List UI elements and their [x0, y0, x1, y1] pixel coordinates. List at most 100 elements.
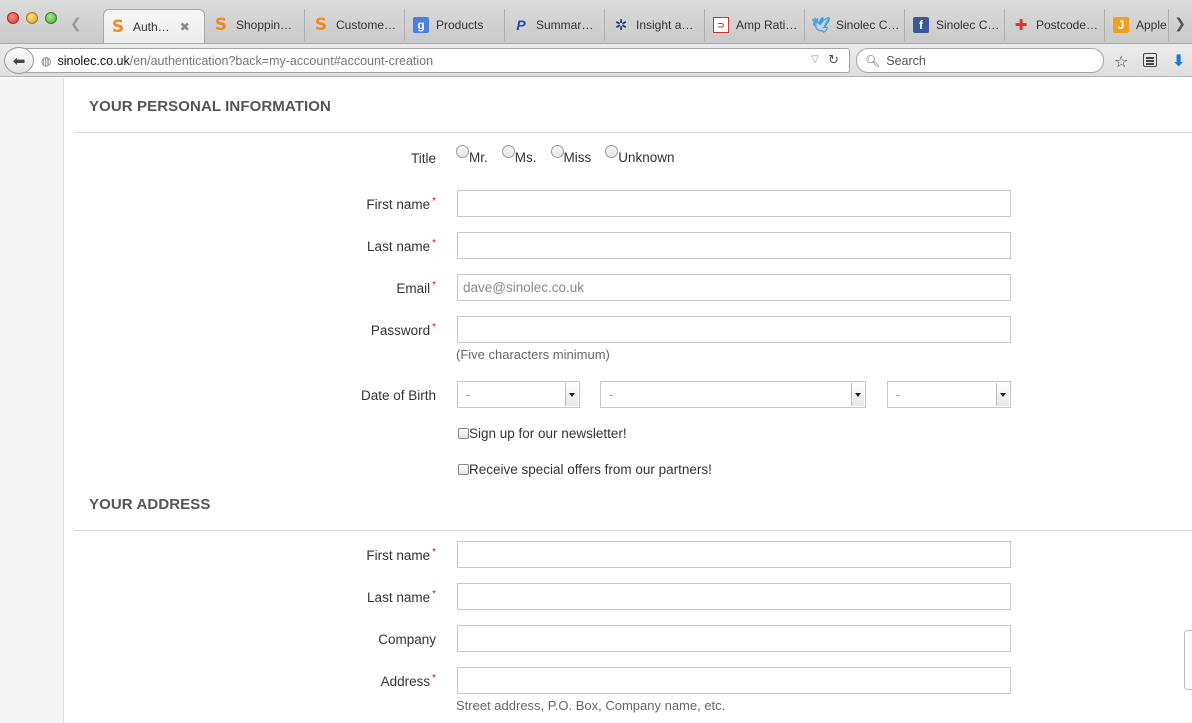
downloads-icon[interactable]: ⬇: [1172, 51, 1185, 71]
search-icon: 🔍︎: [865, 53, 881, 68]
address-last-name-input[interactable]: [457, 583, 1011, 610]
newsletter-checkbox[interactable]: [458, 428, 469, 439]
tab-close-icon[interactable]: ✖: [180, 20, 190, 34]
title-option-mr[interactable]: Mr.: [456, 145, 488, 165]
newsletter-checkbox-row[interactable]: Sign up for our newsletter!: [458, 426, 627, 441]
radio-button[interactable]: [550, 145, 564, 158]
tab-7[interactable]: 🕊 Sinolec C…: [807, 9, 905, 41]
reload-icon[interactable]: ↻: [828, 52, 839, 68]
radio-label: Miss: [563, 150, 592, 165]
title-option-unknown[interactable]: Unknown: [605, 145, 675, 165]
dob-year-select[interactable]: -: [887, 381, 1011, 408]
paypal-favicon: P: [516, 17, 526, 33]
tab-2[interactable]: S Custome…: [307, 9, 405, 41]
sinolec-favicon: S: [111, 16, 125, 37]
password-hint: (Five characters minimum): [456, 347, 610, 362]
dob-month-select[interactable]: -: [600, 381, 866, 408]
password-label: Password *: [370, 322, 436, 338]
label-text: Address: [380, 674, 431, 689]
twitter-favicon: 🕊: [811, 17, 831, 34]
url-text: sinolec.co.uk/en/authentication?back=my-…: [57, 54, 433, 68]
title-label: Title: [410, 151, 436, 166]
select-value: -: [609, 387, 614, 402]
first-name-label: First name *: [366, 196, 436, 212]
tab-label: Custome…: [336, 18, 397, 32]
email-input[interactable]: [457, 274, 1011, 301]
first-name-input[interactable]: [457, 190, 1011, 217]
tab-label: Shoppin…: [236, 18, 293, 32]
tab-label: Sinolec C…: [936, 18, 1000, 32]
dropdown-arrow-icon: [996, 383, 1009, 406]
dropdown-arrow-icon: [565, 383, 578, 406]
tab-10[interactable]: J Apple: [1107, 9, 1169, 41]
url-host: sinolec.co.uk: [57, 53, 130, 68]
last-name-input[interactable]: [457, 232, 1011, 259]
address-input[interactable]: [457, 667, 1011, 694]
company-input[interactable]: [457, 625, 1011, 652]
partner-offers-checkbox[interactable]: [458, 464, 469, 475]
tab-scroll-right-icon[interactable]: ❯: [1174, 15, 1186, 32]
zoom-window-icon[interactable]: [45, 12, 57, 24]
label-text: Password: [370, 323, 431, 338]
section-divider: [74, 530, 1192, 531]
radio-button[interactable]: [605, 145, 619, 158]
tab-label: Insight a…: [636, 18, 694, 32]
globe-icon: ◍: [41, 53, 52, 68]
radio-button[interactable]: [456, 145, 469, 158]
tab-scroll-left-icon[interactable]: ❮: [70, 15, 82, 32]
back-arrow-icon: ⬅: [12, 52, 26, 70]
back-button[interactable]: ⬅: [4, 47, 34, 74]
address-first-name-input[interactable]: [457, 541, 1011, 568]
label-text: Last name: [367, 590, 431, 605]
dropdown-arrow-icon: [851, 383, 864, 406]
required-marker: *: [432, 589, 436, 600]
tab-5[interactable]: ✲ Insight a…: [607, 9, 705, 41]
tab-label: Products: [436, 18, 484, 32]
email-label: Email *: [396, 280, 436, 296]
tab-9[interactable]: ✚ Postcode…: [1007, 9, 1105, 41]
radio-label: Unknown: [618, 150, 675, 165]
navigation-bar: ⬅ ◍ sinolec.co.uk/en/authentication?back…: [0, 44, 1192, 77]
select-value: -: [466, 387, 471, 402]
address-bar[interactable]: ◍ sinolec.co.uk/en/authentication?back=m…: [26, 48, 850, 73]
dob-day-select[interactable]: -: [457, 381, 580, 408]
tab-8[interactable]: f Sinolec C…: [907, 9, 1005, 41]
label-text: Email: [396, 281, 431, 296]
browser-window: ❮ S Auth… ✖ S Shoppin… S Custome… g Prod…: [0, 0, 1192, 723]
required-marker: *: [432, 238, 436, 249]
required-marker: *: [432, 280, 436, 291]
select-value: -: [896, 387, 901, 402]
required-marker: *: [432, 547, 436, 558]
required-marker: *: [432, 196, 436, 207]
tab-3[interactable]: g Products: [407, 9, 505, 41]
tab-1[interactable]: S Shoppin…: [207, 9, 305, 41]
close-window-icon[interactable]: [7, 12, 19, 24]
label-text: First name: [366, 197, 431, 212]
radio-label: Mr.: [469, 150, 488, 165]
url-path: /en/authentication?back=my-account#accou…: [129, 53, 434, 68]
left-gutter: [0, 78, 64, 723]
address-hint: Street address, P.O. Box, Company name, …: [456, 698, 726, 713]
required-marker: *: [432, 673, 436, 684]
title-option-ms[interactable]: Ms.: [501, 145, 537, 165]
partner-offers-checkbox-row[interactable]: Receive special offers from our partners…: [458, 462, 712, 477]
sinolec-favicon: S: [314, 15, 328, 35]
radio-button[interactable]: [501, 145, 515, 158]
search-bar[interactable]: 🔍︎ Search: [856, 48, 1104, 73]
tab-6[interactable]: ⊃ Amp Rati…: [707, 9, 805, 41]
minimize-window-icon[interactable]: [26, 12, 38, 24]
tab-label: Auth…: [133, 19, 170, 34]
required-marker: *: [432, 322, 436, 333]
label-text: Last name: [367, 239, 431, 254]
postcode-favicon: ✚: [1014, 17, 1028, 34]
password-input[interactable]: [457, 316, 1011, 343]
title-option-miss[interactable]: Miss: [550, 145, 592, 165]
url-history-dropdown-icon[interactable]: ▽: [811, 54, 819, 65]
date-of-birth-label: Date of Birth: [360, 388, 436, 403]
bookmark-star-icon[interactable]: ☆: [1114, 52, 1128, 72]
tab-4[interactable]: P Summar…: [507, 9, 605, 41]
tab-0[interactable]: S Auth… ✖: [103, 9, 205, 43]
side-feedback-tab[interactable]: [1184, 630, 1192, 690]
tab-label: Apple: [1136, 18, 1167, 32]
reading-list-icon[interactable]: [1143, 53, 1157, 67]
